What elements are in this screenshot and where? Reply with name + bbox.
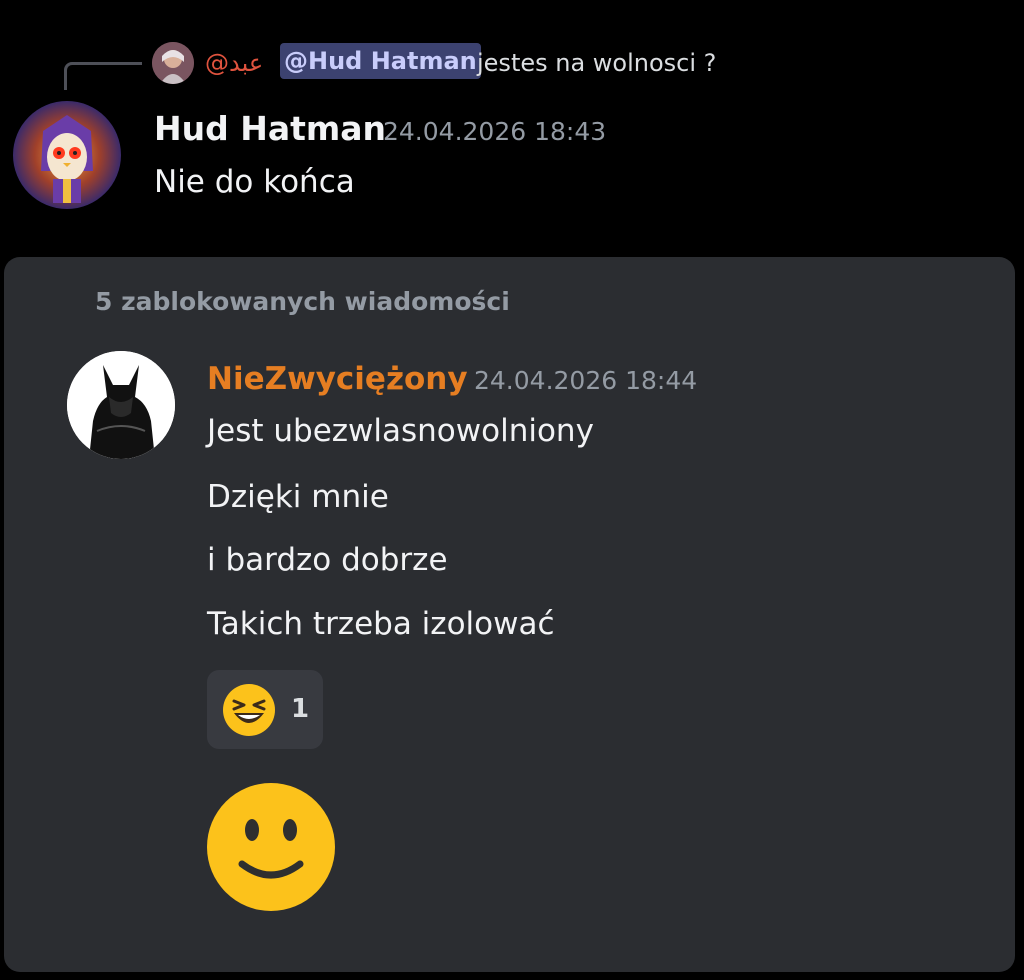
reply-spine	[64, 62, 142, 90]
blocked-message-author[interactable]: NieZwyciężony	[207, 359, 468, 399]
reply-author[interactable]: @عبد	[205, 47, 263, 79]
blocked-message-line[interactable]: Jest ubezwlasnowolniony	[207, 411, 594, 451]
message-timestamp: 24.04.2026 18:43	[383, 117, 607, 146]
blocked-message-line[interactable]: Takich trzeba izolować	[207, 604, 555, 644]
reply-mention[interactable]: @Hud Hatman	[280, 43, 481, 79]
chat-view: @عبد @Hud Hatman jestes na wolnosci ? Hu…	[0, 0, 1024, 980]
blocked-message-line[interactable]: i bardzo dobrze	[207, 540, 448, 580]
reaction-count: 1	[291, 694, 310, 724]
avatar-niezwyciezony[interactable]	[67, 351, 175, 459]
avatar-hud-hatman[interactable]	[13, 101, 121, 209]
message-text[interactable]: Nie do końca	[154, 162, 355, 202]
blocked-messages-toggle[interactable]: 5 zablokowanych wiadomości	[95, 285, 510, 319]
reply-text[interactable]: jestes na wolnosci ?	[477, 47, 716, 79]
blocked-message-timestamp: 24.04.2026 18:44	[474, 366, 698, 395]
message-author[interactable]: Hud Hatman	[154, 109, 386, 149]
slightly-smiling-face-icon[interactable]	[206, 782, 336, 912]
laughing-face-icon	[223, 684, 275, 736]
reply-avatar[interactable]	[152, 42, 194, 84]
reaction-button[interactable]: 1	[207, 670, 323, 749]
blocked-message-line[interactable]: Dzięki mnie	[207, 477, 389, 517]
